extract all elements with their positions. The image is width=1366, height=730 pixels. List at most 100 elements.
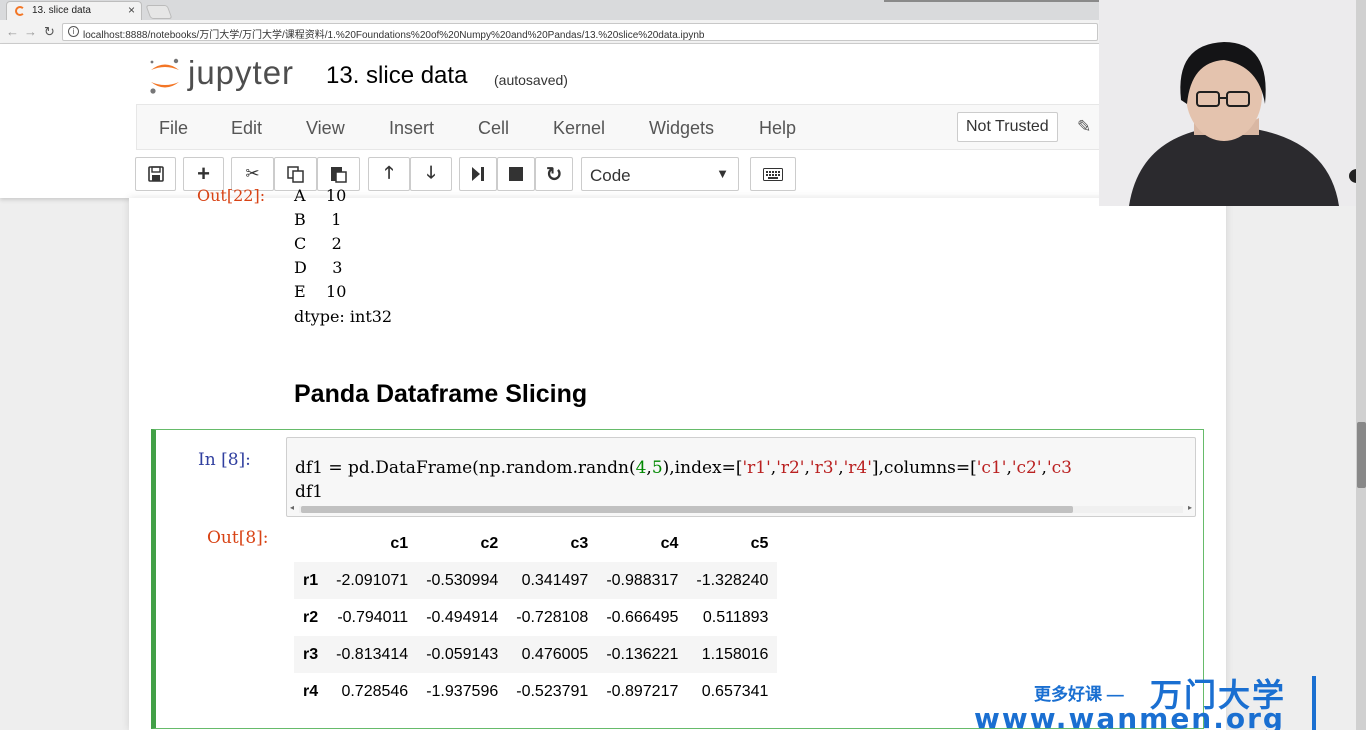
- jupyter-logo-icon[interactable]: [148, 56, 182, 96]
- menu-view[interactable]: View: [306, 118, 345, 139]
- table-row: r1 -2.091071 -0.530994 0.341497 -0.988317 -1.…: [294, 562, 778, 599]
- table-cell: -1.937596: [426, 682, 499, 700]
- arrow-down-icon: 🡓: [426, 162, 436, 182]
- series-output-line: C 2: [294, 234, 342, 253]
- tab-close-icon[interactable]: ×: [128, 3, 135, 17]
- table-cell: -0.523791: [516, 682, 589, 700]
- cell-type-select[interactable]: Code ▼: [581, 157, 739, 191]
- restart-button[interactable]: ↻: [535, 157, 573, 191]
- table-cell: -0.794011: [337, 608, 409, 626]
- table-cell: -0.666495: [606, 608, 679, 626]
- keyboard-icon: [763, 167, 783, 181]
- jupyter-wordmark: jupyter: [188, 54, 295, 91]
- horizontal-scrollbar[interactable]: ◂ ▸: [289, 503, 1193, 514]
- watermark-url: www.wanmen.org: [974, 702, 1285, 730]
- url-text: localhost:8888/notebooks/万门大学/万门大学/课程资料/…: [83, 30, 705, 41]
- menu-cell[interactable]: Cell: [478, 118, 509, 139]
- run-button[interactable]: [459, 157, 497, 191]
- forward-arrow-icon[interactable]: →: [24, 24, 37, 39]
- table-cell: -0.897217: [606, 682, 679, 700]
- pencil-icon[interactable]: ✎: [1077, 117, 1091, 137]
- page-scrollbar[interactable]: [1356, 0, 1366, 730]
- table-cell: -0.813414: [336, 645, 409, 663]
- table-cell: 0.657341: [701, 682, 769, 700]
- cell-type-value: Code: [590, 166, 631, 185]
- table-cell: -0.988317: [606, 571, 679, 589]
- table-cell: 0.511893: [702, 608, 769, 626]
- code-line: df1: [295, 482, 323, 502]
- table-cell: -2.091071: [336, 571, 409, 589]
- reload-icon[interactable]: ↻: [44, 24, 55, 40]
- not-trusted-button[interactable]: Not Trusted: [957, 112, 1058, 142]
- table-cell: -0.136221: [606, 645, 679, 663]
- webcam-overlay: [1099, 0, 1366, 206]
- autosave-status: (autosaved): [494, 72, 568, 88]
- series-output-line: E 10: [294, 282, 347, 301]
- table-cell: -0.059143: [426, 645, 499, 663]
- table-cell: -0.494914: [426, 608, 499, 626]
- menu-help[interactable]: Help: [759, 118, 796, 139]
- notebook-title[interactable]: 13. slice data: [326, 62, 467, 90]
- row-index: r2: [303, 608, 319, 626]
- table-cell: -1.328240: [696, 571, 769, 589]
- output-prompt: Out[8]:: [207, 528, 269, 548]
- table-cell: 0.728546: [341, 682, 409, 700]
- menubar: File Edit View Insert Cell Kernel Widget…: [136, 104, 1100, 150]
- interrupt-button[interactable]: [497, 157, 535, 191]
- new-tab-button[interactable]: [145, 5, 173, 19]
- arrow-up-icon: 🡑: [384, 162, 394, 182]
- column-header: c5: [750, 534, 769, 552]
- scissors-icon: ✂: [245, 164, 260, 183]
- jupyter-favicon-icon: [15, 6, 25, 16]
- notebook-container: Out[22]: A 10 B 1 C 2 D 3 E 10 dtype: in…: [129, 186, 1226, 730]
- dropdown-arrow-icon: ▼: [716, 166, 729, 181]
- scroll-thumb[interactable]: [301, 506, 1073, 513]
- menu-file[interactable]: File: [159, 118, 188, 139]
- watermark-divider: [1312, 676, 1316, 730]
- tab-title: 13. slice data: [32, 5, 91, 16]
- previous-output-prompt: Out[22]:: [197, 186, 266, 205]
- table-cell: 0.341497: [521, 571, 589, 589]
- command-palette-button[interactable]: [750, 157, 796, 191]
- url-field[interactable]: i localhost:8888/notebooks/万门大学/万门大学/课程资…: [62, 23, 1098, 41]
- restart-icon: ↻: [545, 163, 563, 186]
- table-row: r4 0.728546 -1.937596 -0.523791 -0.897217 0.6…: [294, 673, 777, 710]
- column-header: c1: [390, 534, 409, 552]
- row-index: r4: [303, 682, 319, 700]
- code-line: df1 = pd.DataFrame(np.random.randn(4,5),…: [295, 458, 1072, 478]
- index-header: [294, 525, 327, 562]
- browser-tab[interactable]: 13. slice data ×: [6, 1, 142, 20]
- table-cell: 0.476005: [521, 645, 589, 663]
- series-output-line: A 10: [294, 186, 347, 205]
- page-scroll-thumb[interactable]: [1357, 422, 1366, 488]
- move-down-button[interactable]: 🡓: [410, 157, 452, 191]
- markdown-heading[interactable]: Panda Dataframe Slicing: [294, 380, 587, 409]
- floppy-disk-icon: [147, 166, 164, 182]
- table-row: r2 -0.794011 -0.494914 -0.728108 -0.666495 0.…: [294, 599, 777, 636]
- menu-kernel[interactable]: Kernel: [553, 118, 605, 139]
- table-cell: -0.530994: [426, 571, 499, 589]
- browser-tab-bar: 13. slice data ×: [0, 0, 1100, 20]
- save-button[interactable]: [135, 157, 176, 191]
- menu-edit[interactable]: Edit: [231, 118, 262, 139]
- stop-icon: [509, 167, 523, 181]
- column-header: c4: [660, 534, 679, 552]
- info-icon[interactable]: i: [68, 26, 79, 37]
- menu-widgets[interactable]: Widgets: [649, 118, 714, 139]
- presenter-video-image: [1099, 0, 1366, 206]
- move-up-button[interactable]: 🡑: [368, 157, 410, 191]
- row-index: r1: [303, 571, 319, 589]
- jupyter-header: jupyter 13. slice data (autosaved) File …: [0, 44, 1100, 198]
- scroll-right-icon[interactable]: ▸: [1188, 503, 1192, 512]
- code-editor[interactable]: df1 = pd.DataFrame(np.random.randn(4,5),…: [286, 437, 1196, 517]
- row-index: r3: [303, 645, 319, 663]
- plus-icon: +: [197, 161, 210, 186]
- series-output-line: B 1: [294, 210, 342, 229]
- input-prompt: In [8]:: [198, 450, 251, 470]
- back-arrow-icon[interactable]: ←: [6, 24, 19, 39]
- menu-insert[interactable]: Insert: [389, 118, 434, 139]
- table-row: r3 -0.813414 -0.059143 0.476005 -0.136221 1.1…: [294, 636, 778, 673]
- table-cell: -0.728108: [516, 608, 589, 626]
- scroll-left-icon[interactable]: ◂: [290, 503, 294, 512]
- copy-icon: [287, 165, 304, 183]
